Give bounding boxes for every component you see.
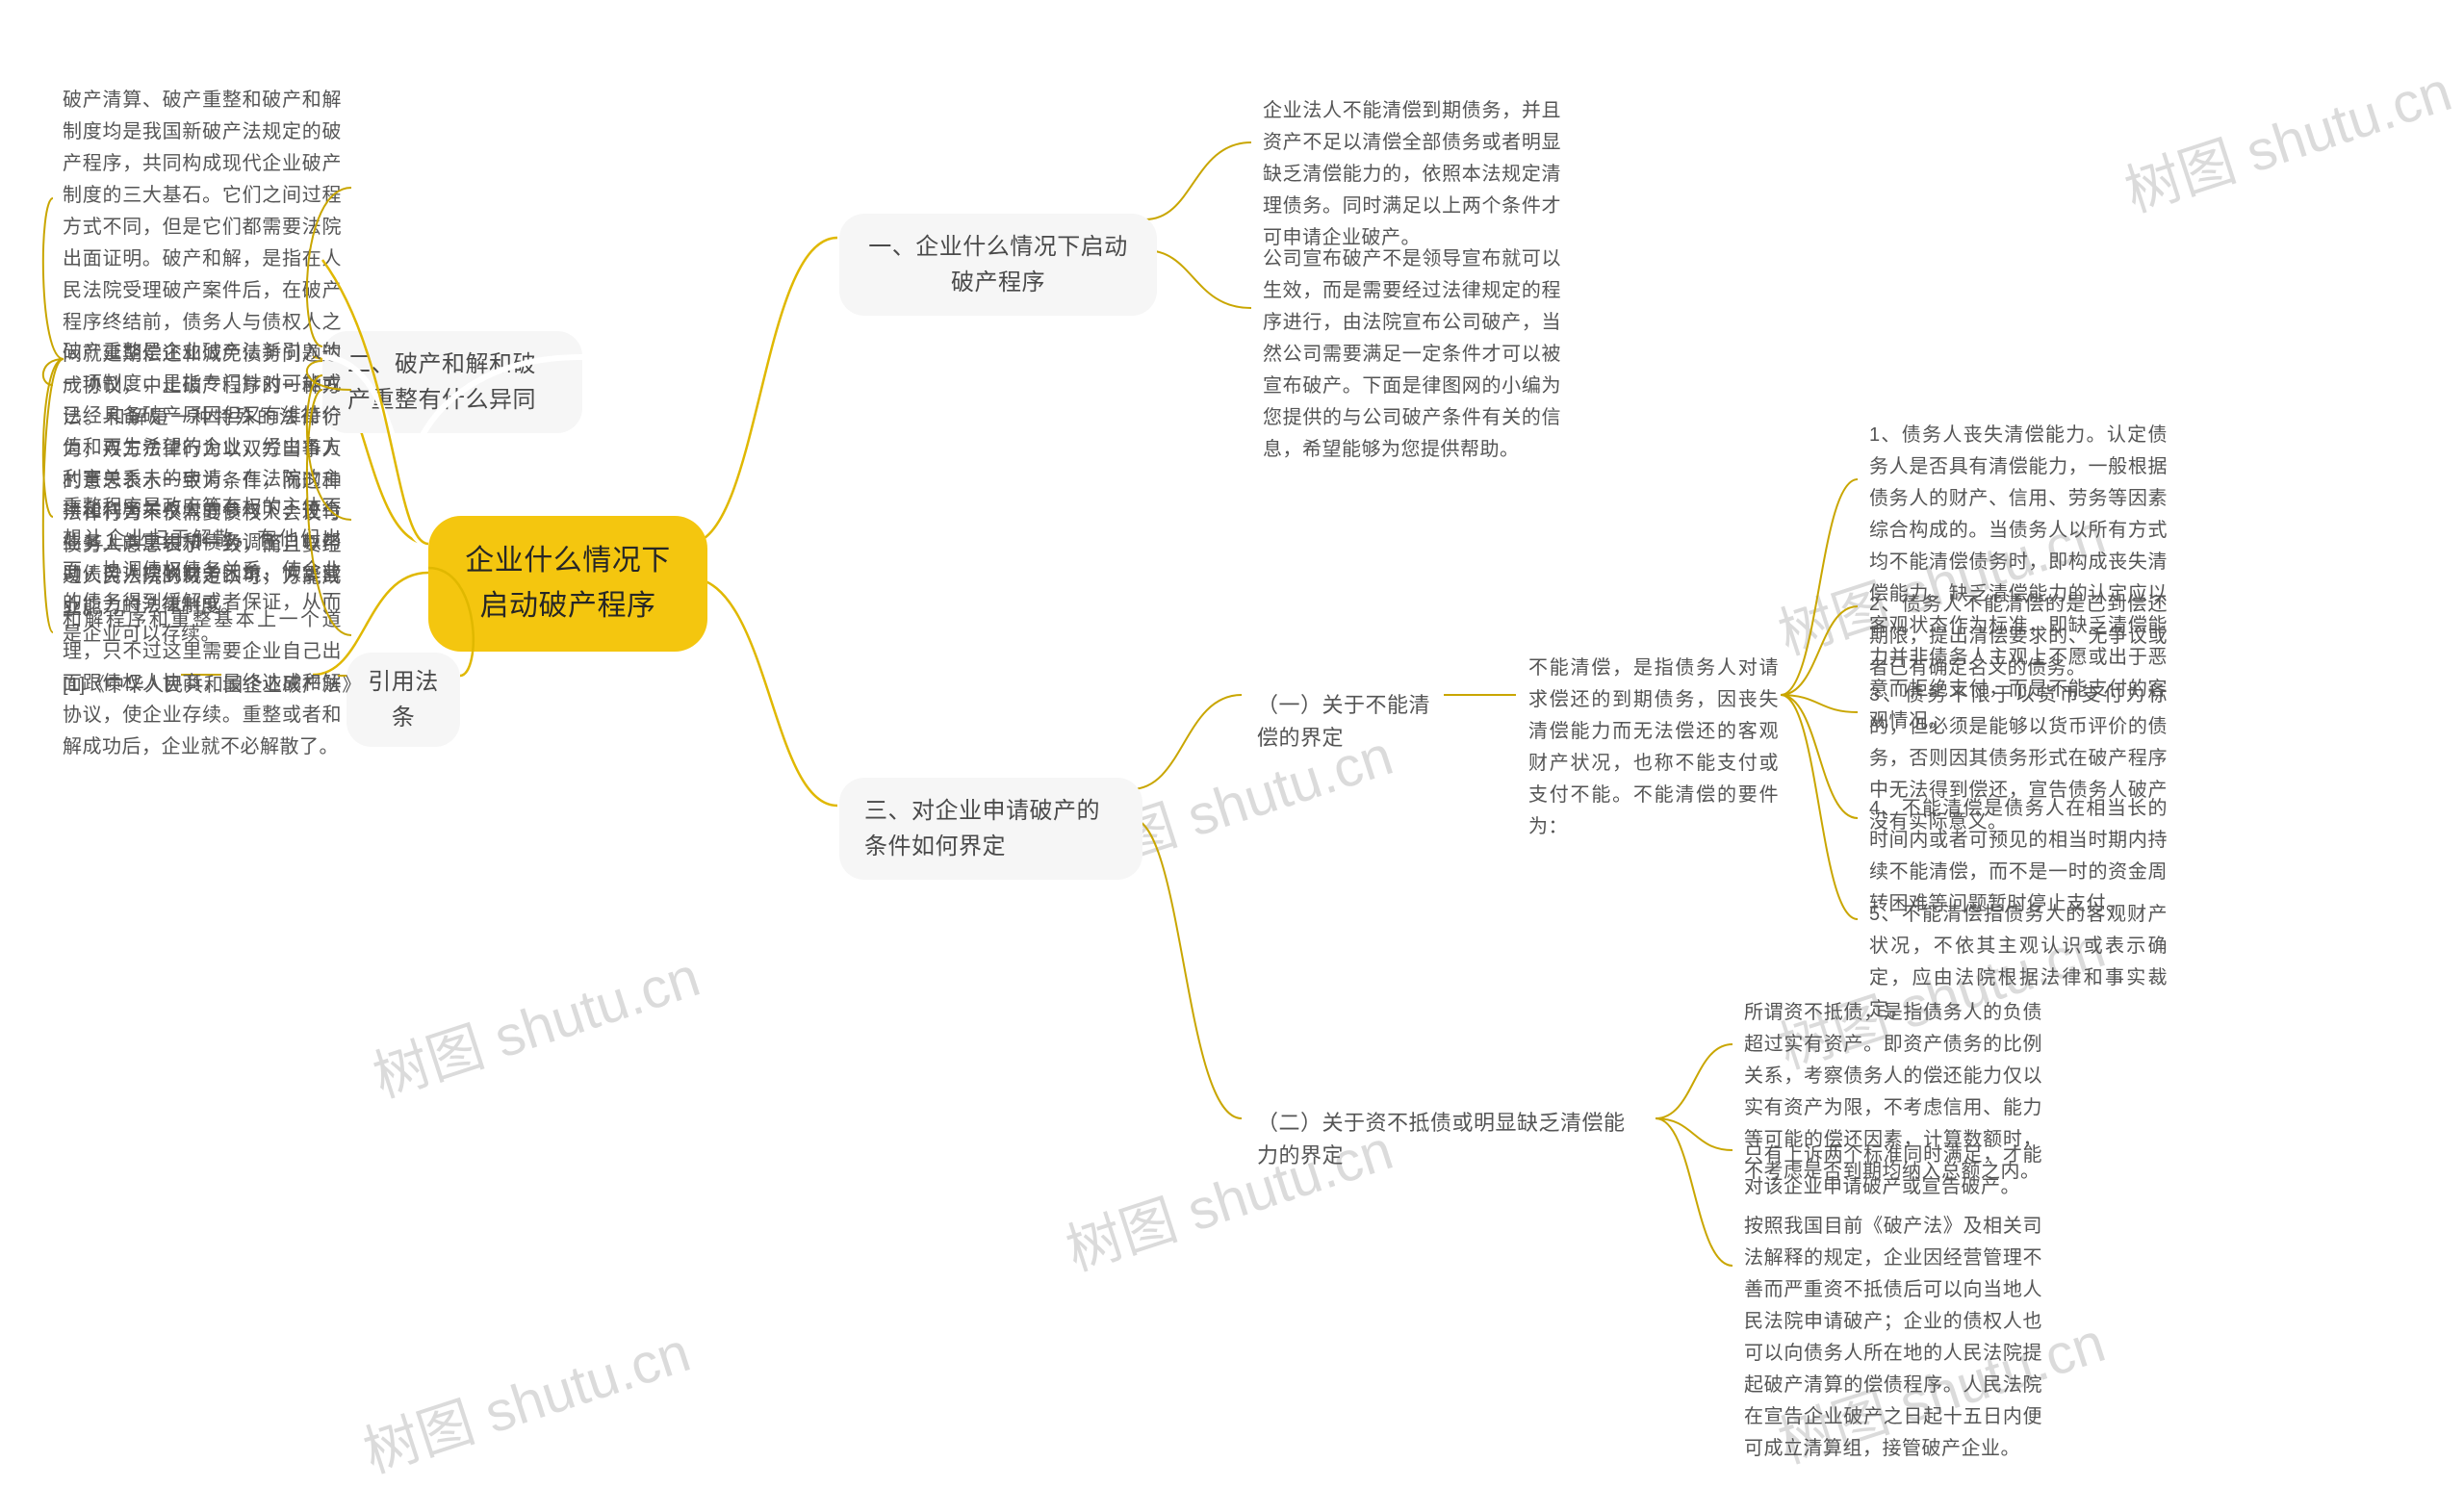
branch-1-leaf-1: 企业法人不能清偿到期债务，并且资产不足以清偿全部债务或者明显缺乏清偿能力的，依照… [1253,90,1571,260]
branch-1[interactable]: 一、企业什么情况下启动破产程序 [839,214,1157,316]
branch-1-leaf-2: 公司宣布破产不是领导宣布就可以生效，而是需要经过法律规定的程序进行，由法院宣布公… [1253,238,1571,472]
watermark-text: 树图 shutu.cn [362,932,708,1113]
branch-3-sub-2-leaf-3: 按照我国目前《破产法》及相关司法解释的规定，企业因经营管理不善而严重资不抵债后可… [1734,1205,2052,1471]
branch-3-sub-1[interactable]: （一）关于不能清偿的界定 [1244,680,1450,764]
branch-4-leaf-1: [1]《中华人民共和国企业破产法》 [53,664,342,707]
branch-3-sub-1-intro: 不能清偿，是指债务人对请求偿还的到期债务，因丧失清偿能力而无法偿还的客观财产状况… [1519,647,1788,849]
branch-3-sub-2-leaf-2: 只有上诉两个标准同时满足，才能对该企业申请破产或宣告破产。 [1734,1134,2052,1209]
watermark-text: 树图 shutu.cn [352,1307,699,1488]
branch-3-sub-2[interactable]: （二）关于资不抵债或明显缺乏清偿能力的界定 [1244,1097,1657,1182]
branch-2[interactable]: 二、破产和解和破产重整有什么异同 [322,331,582,433]
branch-3[interactable]: 三、对企业申请破产的条件如何界定 [839,778,1142,880]
branch-4[interactable]: 引用法条 [346,653,460,747]
watermark-text: 树图 shutu.cn [2114,46,2460,227]
root-node[interactable]: 企业什么情况下启动破产程序 [428,516,707,652]
